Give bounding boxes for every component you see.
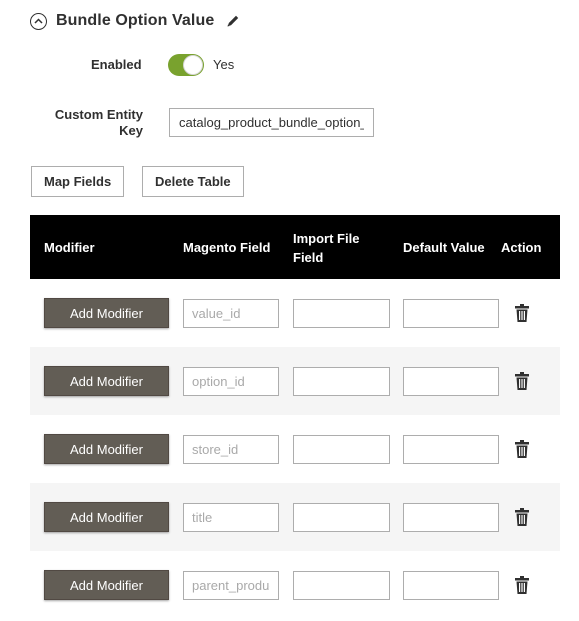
table-row: Add Modifier: [30, 279, 560, 347]
chevron-up-circle-icon[interactable]: [30, 12, 47, 30]
column-header-import-line1: Import File: [293, 231, 360, 246]
magento-field-input[interactable]: [183, 503, 279, 532]
magento-field-input[interactable]: [183, 299, 279, 328]
add-modifier-button[interactable]: Add Modifier: [44, 502, 169, 532]
mapping-table: Modifier Magento Field Import File Field…: [30, 215, 560, 619]
enabled-toggle[interactable]: [168, 54, 204, 76]
table-row: Add Modifier: [30, 551, 560, 619]
default-value-input[interactable]: [403, 367, 499, 396]
custom-entity-key-label: Custom Entity Key: [40, 107, 143, 139]
trash-icon[interactable]: [514, 371, 530, 391]
section-title: Bundle Option Value: [56, 12, 215, 29]
delete-table-button[interactable]: Delete Table: [142, 166, 244, 197]
magento-field-input[interactable]: [183, 367, 279, 396]
custom-entity-key-input[interactable]: [169, 108, 374, 137]
import-file-field-input[interactable]: [293, 435, 390, 464]
column-header-action: Action: [501, 240, 542, 255]
table-row: Add Modifier: [30, 483, 560, 551]
toggle-knob: [183, 55, 203, 75]
add-modifier-button[interactable]: Add Modifier: [44, 434, 169, 464]
column-header-default-value: Default Value: [403, 240, 485, 255]
default-value-input[interactable]: [403, 571, 499, 600]
default-value-input[interactable]: [403, 299, 499, 328]
map-fields-button[interactable]: Map Fields: [31, 166, 125, 197]
add-modifier-button[interactable]: Add Modifier: [44, 570, 169, 600]
magento-field-input[interactable]: [183, 435, 279, 464]
table-header: Modifier Magento Field Import File Field…: [30, 215, 560, 279]
add-modifier-button[interactable]: Add Modifier: [44, 298, 169, 328]
table-row: Add Modifier: [30, 347, 560, 415]
pencil-icon[interactable]: [226, 14, 240, 28]
column-header-magento-field: Magento Field: [183, 240, 271, 255]
magento-field-input[interactable]: [183, 571, 279, 600]
table-row: Add Modifier: [30, 415, 560, 483]
section-header[interactable]: Bundle Option Value: [30, 9, 240, 33]
trash-icon[interactable]: [514, 507, 530, 527]
custom-entity-key-label-line1: Custom Entity: [54, 107, 143, 122]
default-value-input[interactable]: [403, 503, 499, 532]
import-file-field-input[interactable]: [293, 367, 390, 396]
import-file-field-input[interactable]: [293, 299, 390, 328]
column-header-modifier: Modifier: [44, 240, 95, 255]
trash-icon[interactable]: [514, 439, 530, 459]
enabled-value: Yes: [213, 57, 235, 72]
import-file-field-input[interactable]: [293, 503, 390, 532]
import-file-field-input[interactable]: [293, 571, 390, 600]
add-modifier-button[interactable]: Add Modifier: [44, 366, 169, 396]
trash-icon[interactable]: [514, 575, 530, 595]
column-header-import-file-field: Import File Field: [293, 229, 359, 267]
default-value-input[interactable]: [403, 435, 499, 464]
enabled-label: Enabled: [91, 57, 142, 72]
trash-icon[interactable]: [514, 303, 530, 323]
column-header-import-line2: Field: [293, 250, 324, 265]
custom-entity-key-label-line2: Key: [119, 123, 143, 138]
